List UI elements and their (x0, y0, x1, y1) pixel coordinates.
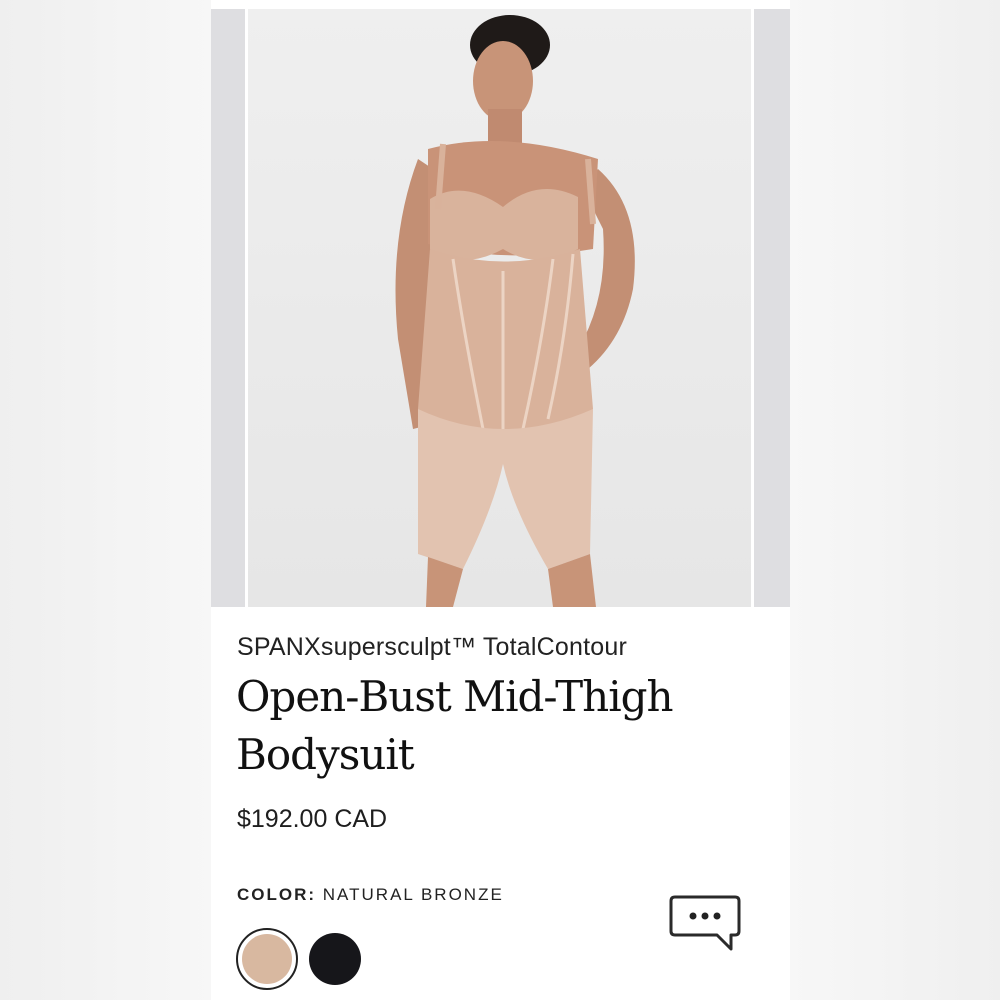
model-illustration (248, 9, 751, 607)
gallery-next-image[interactable] (754, 9, 790, 607)
product-image (248, 9, 751, 607)
left-backdrop (0, 0, 211, 1000)
swatch-natural-bronze[interactable] (236, 928, 298, 990)
swatch-black[interactable] (309, 933, 361, 985)
product-price: $192.00 CAD (237, 805, 388, 833)
right-backdrop (790, 0, 1000, 1000)
swatch-natural-bronze-fill (242, 934, 292, 984)
color-label: COLOR: (237, 885, 317, 904)
chat-bubble-icon (669, 895, 741, 951)
product-brand: SPANXsupersculpt™ TotalContour (237, 633, 627, 661)
gallery-previous-image[interactable] (211, 9, 245, 607)
chat-button[interactable] (669, 893, 743, 953)
product-card: SPANXsupersculpt™ TotalContour Open-Bust… (211, 0, 790, 1000)
color-selection-label: COLOR: NATURAL BRONZE (237, 885, 504, 905)
product-gallery[interactable] (211, 9, 790, 607)
product-title: Open-Bust Mid-Thigh Bodysuit (236, 672, 674, 779)
selected-color-name: NATURAL BRONZE (322, 885, 504, 904)
